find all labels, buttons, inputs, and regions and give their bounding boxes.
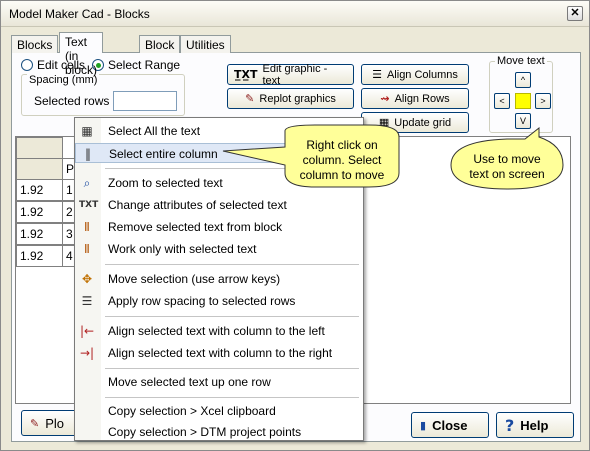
door-icon: ▮ xyxy=(420,418,427,432)
edit-graphic-text-button[interactable]: T̲X̲T Edit graphic - text xyxy=(227,62,354,87)
edit-cells-radio[interactable] xyxy=(21,59,33,71)
selected-rows-label: Selected rows xyxy=(34,94,110,108)
grid-cell[interactable]: 1.92 xyxy=(16,223,63,245)
grid-cell[interactable]: 1.92 xyxy=(16,179,63,201)
window-close-button[interactable]: ✕ xyxy=(567,6,583,21)
pen-icon: ✎ xyxy=(30,416,40,430)
tab-block[interactable]: Block xyxy=(139,35,181,53)
title-bar: Model Maker Cad - Blocks ✕ xyxy=(1,1,589,27)
align-rows-label: Align Rows xyxy=(394,92,450,105)
magnifier-icon: ⌕ xyxy=(83,176,91,190)
plot-button[interactable]: ✎ Plo xyxy=(21,410,81,436)
select-range-option[interactable]: Select Range xyxy=(92,58,180,72)
menu-item-label: Select entire column xyxy=(109,147,218,161)
move-callout: Use to move text on screen xyxy=(450,126,564,190)
filter-text-icon: Ⅱ xyxy=(84,242,90,256)
remove-text-icon: Ⅱ xyxy=(84,220,90,234)
menu-separator xyxy=(105,316,359,317)
window-title: Model Maker Cad - Blocks xyxy=(9,7,150,21)
close-button[interactable]: ▮ Close xyxy=(411,412,489,438)
grid-header-cell xyxy=(16,158,63,180)
menu-item-move-selection[interactable]: ✥ Move selection (use arrow keys) xyxy=(75,269,363,289)
tab-text-in-block[interactable]: Text (in block) xyxy=(59,32,104,77)
move-text-title: Move text xyxy=(495,55,547,67)
plot-button-label: Plo xyxy=(45,415,65,431)
menu-item-label: Zoom to selected text xyxy=(108,176,223,190)
main-window: Model Maker Cad - Blocks ✕ Blocks Text (… xyxy=(0,0,590,451)
menu-item-label: Select All the text xyxy=(108,124,201,138)
move-callout-line-2: text on screen xyxy=(469,167,544,181)
menu-item-label: Copy selection > Xcel clipboard xyxy=(108,404,276,418)
menu-item-move-up-row[interactable]: Move selected text up one row xyxy=(75,372,363,392)
column-icon: ‖ xyxy=(85,147,91,161)
move-left-button[interactable]: < xyxy=(494,93,510,109)
edit-graphic-text-label: Edit graphic - text xyxy=(262,62,328,87)
menu-item-label: Align selected text with column to the l… xyxy=(108,324,325,338)
grid-cell[interactable]: 1.92 xyxy=(16,245,63,267)
move-up-button[interactable]: ^ xyxy=(515,72,531,88)
menu-item-copy-xcel[interactable]: Copy selection > Xcel clipboard xyxy=(75,401,363,421)
menu-item-label: Work only with selected text xyxy=(108,242,257,256)
selected-rows-input[interactable] xyxy=(113,91,177,111)
move-right-button[interactable]: > xyxy=(535,93,551,109)
replot-graphics-label: Replot graphics xyxy=(259,92,336,105)
align-left-icon: |← xyxy=(79,324,95,338)
menu-item-label: Remove selected text from block xyxy=(108,220,283,234)
help-button-label: Help xyxy=(520,417,549,433)
menu-separator xyxy=(105,397,359,398)
menu-item-apply-row-spacing[interactable]: ☰ Apply row spacing to selected rows xyxy=(75,291,363,311)
align-columns-button[interactable]: ☰ Align Columns xyxy=(361,64,469,85)
menu-item-label: Align selected text with column to the r… xyxy=(108,346,333,360)
replot-graphics-button[interactable]: ✎ Replot graphics xyxy=(227,88,354,109)
move-callout-line-1: Use to move xyxy=(473,152,541,166)
menu-separator xyxy=(105,264,359,265)
menu-item-label: Apply row spacing to selected rows xyxy=(108,294,296,308)
menu-item-label: Copy selection > DTM project points xyxy=(108,425,302,439)
align-right-icon: →| xyxy=(79,346,95,360)
text-attributes-icon: TXT xyxy=(79,200,99,210)
column-callout: Right click on column. Select column to … xyxy=(222,124,400,188)
align-columns-label: Align Columns xyxy=(386,68,458,81)
tab-blocks[interactable]: Blocks xyxy=(11,35,59,53)
menu-item-copy-dtm[interactable]: Copy selection > DTM project points xyxy=(75,422,363,442)
close-button-label: Close xyxy=(432,417,468,433)
align-columns-icon: ☰ xyxy=(372,68,382,81)
question-icon: ? xyxy=(505,415,515,435)
move-center-indicator xyxy=(515,93,531,109)
grid-corner-cell xyxy=(16,137,63,159)
menu-item-label: Move selected text up one row xyxy=(108,375,271,389)
row-spacing-icon: ☰ xyxy=(81,294,93,308)
help-button[interactable]: ? Help xyxy=(496,412,574,438)
tab-utilities[interactable]: Utilities xyxy=(180,35,231,53)
align-rows-button[interactable]: ⇝ Align Rows xyxy=(361,88,469,109)
column-callout-line-1: Right click on xyxy=(306,138,377,152)
column-callout-line-2: column. Select xyxy=(303,153,382,167)
menu-item-align-right[interactable]: →| Align selected text with column to th… xyxy=(75,343,363,363)
menu-item-label: Change attributes of selected text xyxy=(108,198,287,212)
menu-item-label: Move selection (use arrow keys) xyxy=(108,272,281,286)
select-range-label: Select Range xyxy=(108,58,181,72)
move-arrows-icon: ✥ xyxy=(81,272,93,286)
column-callout-line-3: column to move xyxy=(300,168,385,182)
menu-item-align-left[interactable]: |← Align selected text with column to th… xyxy=(75,321,363,341)
grid-cell[interactable]: 1.92 xyxy=(16,201,63,223)
align-rows-icon: ⇝ xyxy=(380,92,390,105)
menu-item-work-only-selected[interactable]: Ⅱ Work only with selected text xyxy=(75,239,363,259)
menu-separator xyxy=(105,368,359,369)
pen-icon: ✎ xyxy=(245,92,255,105)
menu-item-remove-selected-text[interactable]: Ⅱ Remove selected text from block xyxy=(75,217,363,237)
grid-icon: ▦ xyxy=(81,124,93,138)
text-attributes-icon: T̲X̲T xyxy=(234,68,258,81)
menu-item-change-attributes[interactable]: TXT Change attributes of selected text xyxy=(75,195,363,215)
